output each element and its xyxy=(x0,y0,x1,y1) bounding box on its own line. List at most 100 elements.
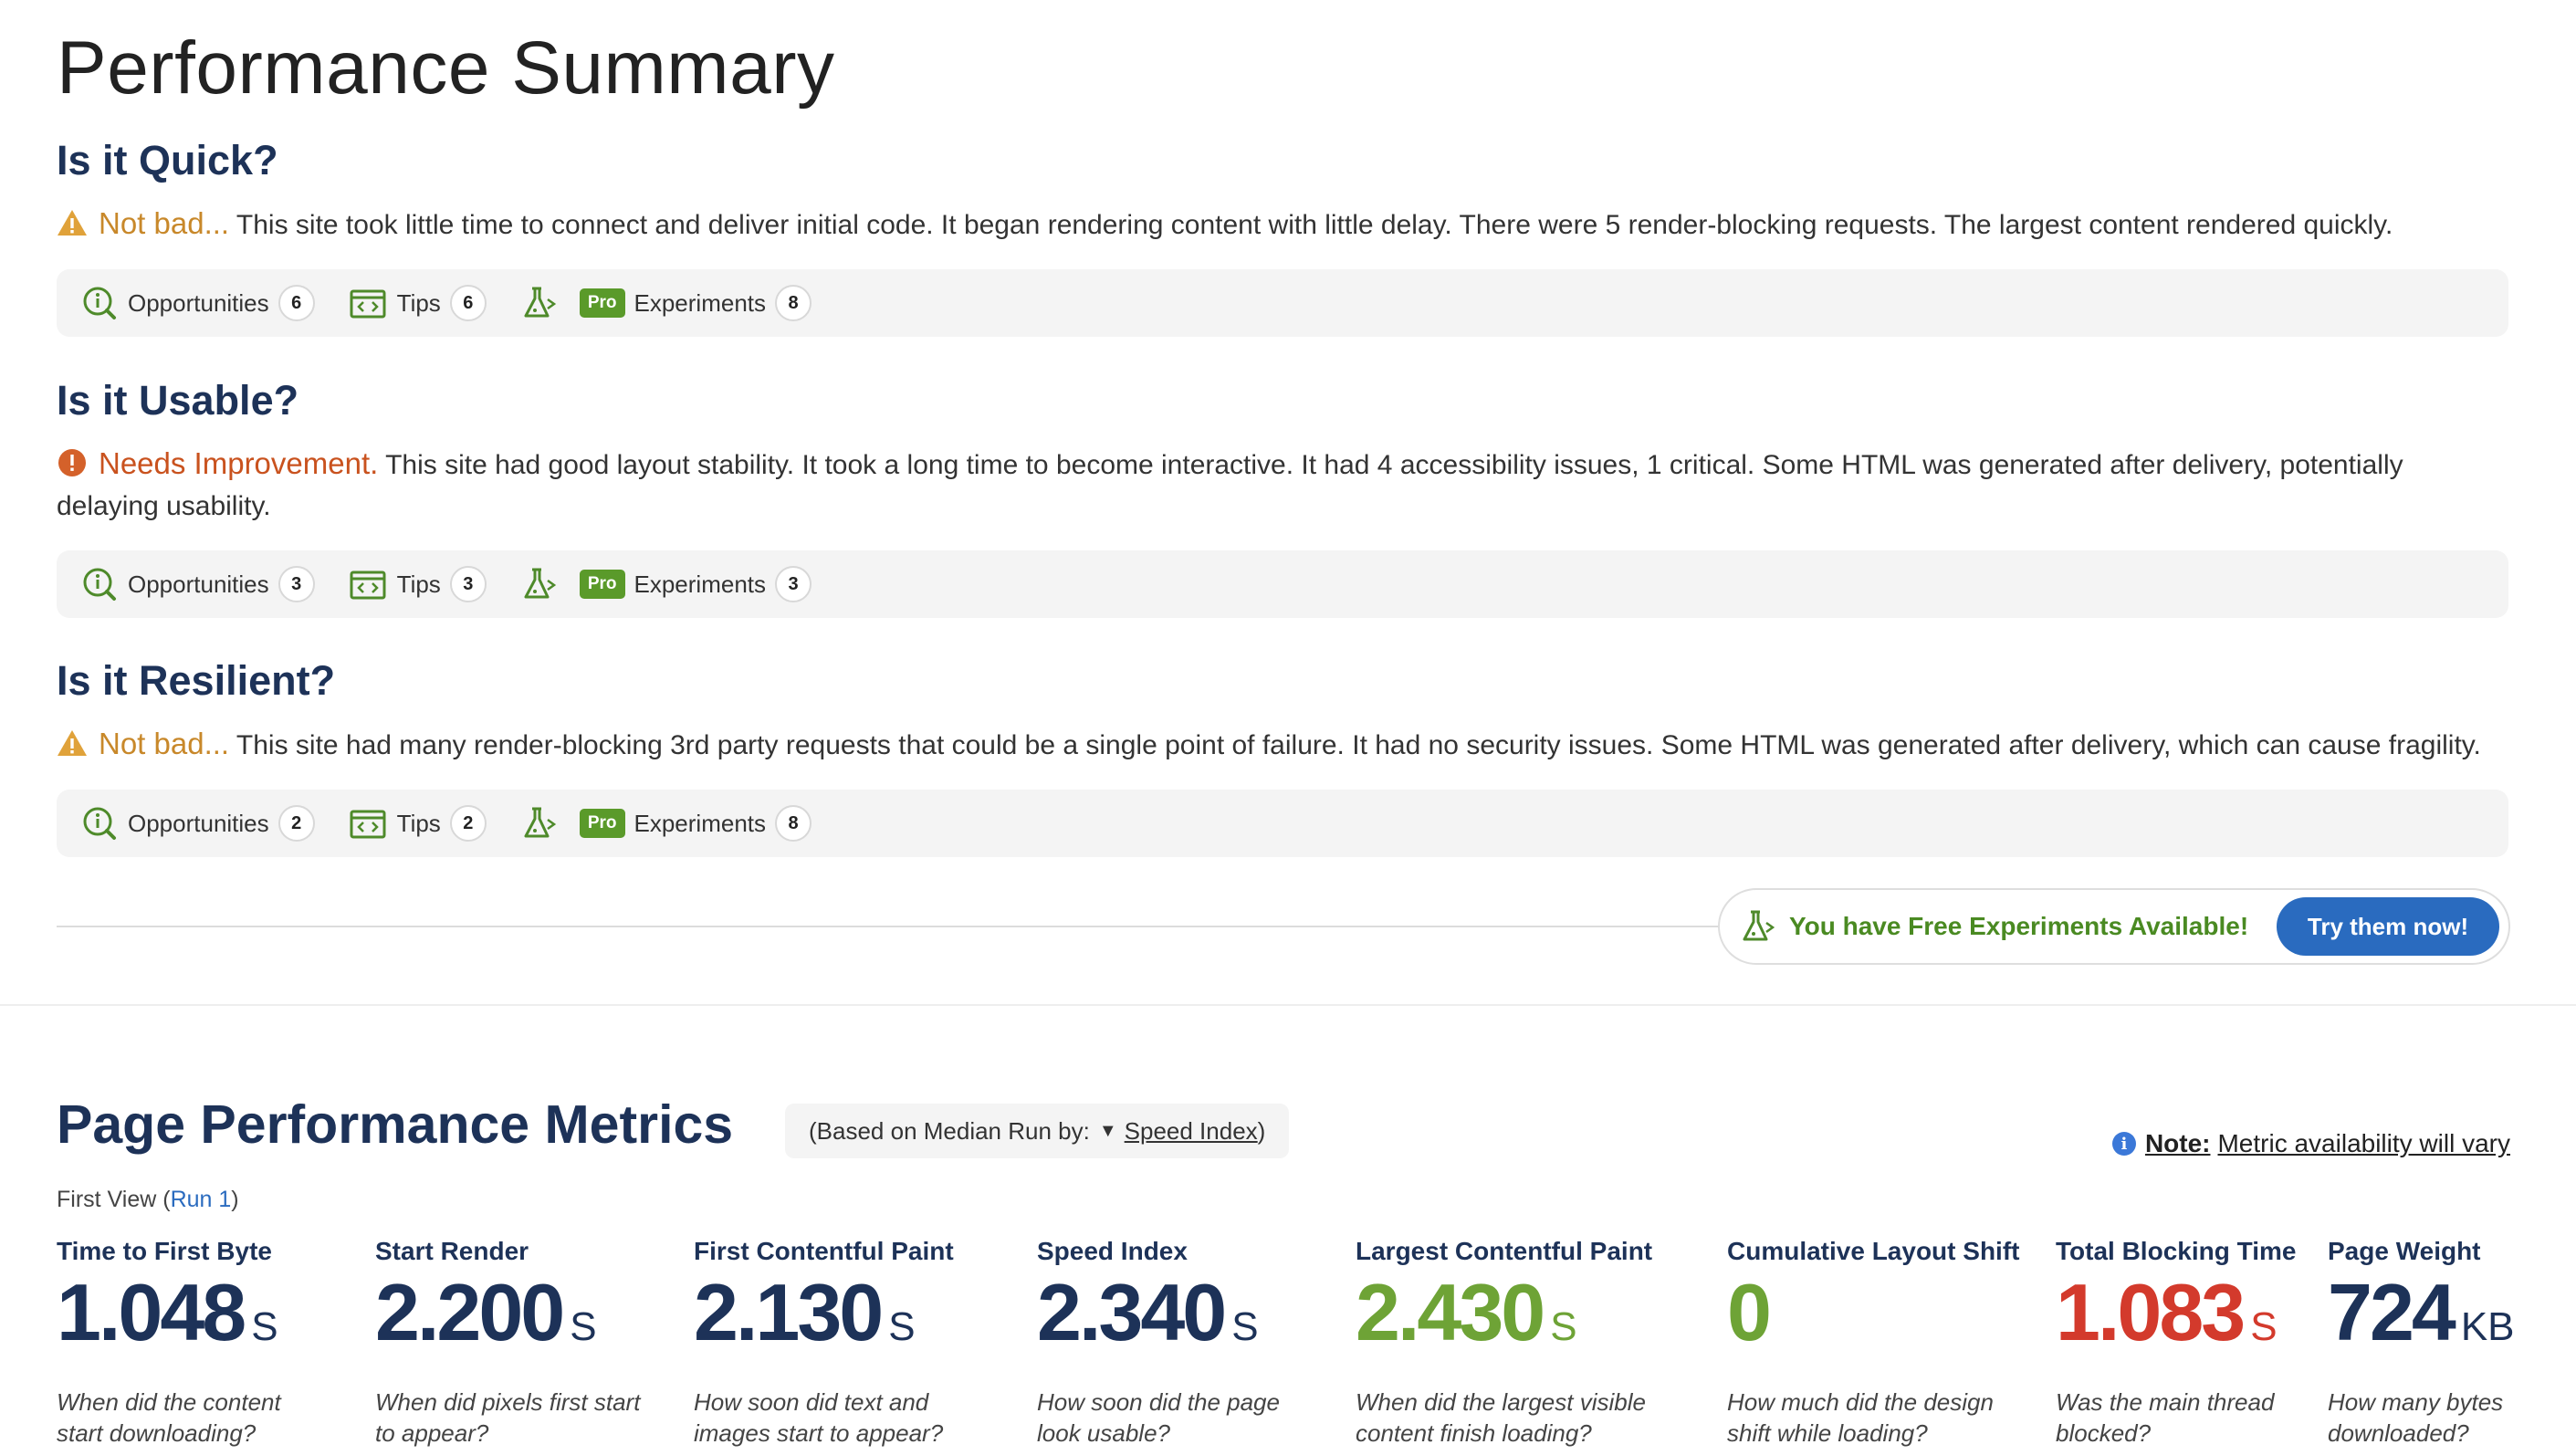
first-view-suffix: ) xyxy=(231,1187,239,1212)
metric-unit: KB xyxy=(2460,1304,2515,1349)
opportunities-label: Opportunities xyxy=(128,288,269,317)
run-link[interactable]: Run 1 xyxy=(171,1187,232,1212)
metric-availability-note[interactable]: i Note: Metric availability will vary xyxy=(2111,1129,2510,1158)
median-prefix: (Based on Median Run by: xyxy=(809,1116,1090,1145)
section-separator xyxy=(0,1004,2576,1006)
metric-number: 1.048 xyxy=(57,1267,246,1357)
metric-question: Was the main thread blocked? xyxy=(2056,1388,2275,1447)
metric-label: Speed Index xyxy=(1037,1237,1188,1265)
metric-question: When did the content start downloading? xyxy=(57,1388,281,1447)
tips-link[interactable]: Tips 6 xyxy=(350,285,487,321)
metric-number: 2.130 xyxy=(694,1267,884,1357)
info-icon: i xyxy=(2111,1132,2136,1156)
code-window-icon xyxy=(350,289,386,319)
tips-count: 2 xyxy=(449,805,487,842)
experiments-flask xyxy=(521,285,558,321)
opportunities-link[interactable]: Opportunities 6 xyxy=(82,285,315,321)
verdict-label: Not bad... xyxy=(99,727,230,760)
divider xyxy=(57,926,1718,927)
metric-question: When did pixels first start to appear? xyxy=(375,1388,641,1447)
tips-link[interactable]: Tips 3 xyxy=(350,566,487,602)
metric-number: 2.340 xyxy=(1037,1267,1227,1357)
free-experiments-banner: You have Free Experiments Available! Try… xyxy=(1718,888,2510,965)
metric-question: How much did the design shift while loadi… xyxy=(1727,1388,1994,1447)
tips-label: Tips xyxy=(396,288,441,317)
median-metric-link[interactable]: Speed Index xyxy=(1125,1117,1258,1146)
try-them-now-button[interactable]: Try them now! xyxy=(2277,897,2499,956)
warning-triangle-icon xyxy=(58,210,87,236)
metric-tbt: Total Blocking Time 1.083 S Was the main … xyxy=(2056,1237,2296,1449)
opportunities-link[interactable]: Opportunities 2 xyxy=(82,805,315,842)
experiments-count: 8 xyxy=(775,285,812,321)
dropdown-triangle-icon: ▼ xyxy=(1098,1120,1117,1141)
experiments-label: Experiments xyxy=(634,809,767,837)
tips-label: Tips xyxy=(396,809,441,837)
section-actions-resilient: Opportunities 2 Tips 2 Pro Experiments 8 xyxy=(57,790,2508,857)
page-title: Performance Summary xyxy=(57,26,835,110)
opportunities-count: 6 xyxy=(277,285,315,321)
verdict-description: This site took little time to connect an… xyxy=(236,210,2393,240)
verdict-resilient: Not bad... This site had many render-blo… xyxy=(57,723,2503,766)
metric-label: Largest Contentful Paint xyxy=(1356,1237,1653,1265)
first-view-prefix: First View ( xyxy=(57,1187,171,1212)
flask-icon xyxy=(524,568,556,599)
metric-lcp: Largest Contentful Paint 2.430 S When did… xyxy=(1356,1237,1652,1449)
experiments-count: 3 xyxy=(775,566,812,602)
metric-label: Total Blocking Time xyxy=(2056,1237,2297,1265)
tips-count: 6 xyxy=(449,285,487,321)
flask-icon xyxy=(524,287,556,318)
metric-label: Cumulative Layout Shift xyxy=(1727,1237,2020,1265)
metric-number: 724 xyxy=(2328,1267,2456,1357)
experiments-link[interactable]: Pro Experiments 8 xyxy=(579,285,812,321)
code-window-icon xyxy=(350,810,386,839)
tips-link[interactable]: Tips 2 xyxy=(350,805,487,842)
tips-label: Tips xyxy=(396,570,441,598)
opportunities-link[interactable]: Opportunities 3 xyxy=(82,566,315,602)
note-text: Metric availability will vary xyxy=(2217,1129,2510,1157)
experiments-link[interactable]: Pro Experiments 3 xyxy=(579,566,812,602)
opportunities-count: 2 xyxy=(277,805,315,842)
metric-question: How soon did the page look usable? xyxy=(1037,1388,1280,1447)
section-actions-usable: Opportunities 3 Tips 3 Pro Experiments 3 xyxy=(57,550,2508,618)
metric-value: 2.340 S xyxy=(1037,1270,1280,1379)
experiments-label: Experiments xyxy=(634,288,767,317)
metric-value: 1.048 S xyxy=(57,1270,281,1379)
warning-triangle-icon xyxy=(58,730,87,756)
metric-unit: S xyxy=(1231,1304,1259,1349)
first-view-label: First View (Run 1) xyxy=(57,1187,239,1213)
error-circle-icon xyxy=(58,449,86,476)
flask-icon xyxy=(524,807,556,838)
verdict-label: Needs Improvement. xyxy=(99,446,379,480)
metric-unit: S xyxy=(1550,1304,1577,1349)
metric-number: 2.200 xyxy=(375,1267,565,1357)
metric-value: 1.083 S xyxy=(2056,1270,2296,1379)
metric-question: How many bytes downloaded? xyxy=(2328,1388,2504,1447)
pro-badge: Pro xyxy=(579,288,625,318)
pro-badge: Pro xyxy=(579,570,625,599)
opportunities-count: 3 xyxy=(277,566,315,602)
experiments-label: Experiments xyxy=(634,570,767,598)
free-experiments-text: You have Free Experiments Available! xyxy=(1789,912,2249,940)
section-heading-resilient: Is it Resilient? xyxy=(57,657,336,704)
verdict-usable: Needs Improvement. This site had good la… xyxy=(57,443,2503,527)
experiments-flask xyxy=(521,566,558,602)
metric-unit: S xyxy=(251,1304,278,1349)
metric-question: When did the largest visible content fini… xyxy=(1356,1388,1646,1447)
median-suffix: ) xyxy=(1257,1116,1266,1145)
note-label: Note: xyxy=(2144,1129,2211,1157)
metric-speed-index: Speed Index 2.340 S How soon did the page… xyxy=(1037,1237,1280,1449)
metric-number: 1.083 xyxy=(2056,1267,2246,1357)
metric-unit: S xyxy=(570,1304,597,1349)
verdict-description: This site had many render-blocking 3rd p… xyxy=(236,730,2481,760)
metric-ttfb: Time to First Byte 1.048 S When did the c… xyxy=(57,1237,281,1449)
experiments-link[interactable]: Pro Experiments 8 xyxy=(579,805,812,842)
experiments-flask xyxy=(521,805,558,842)
magnifier-info-icon xyxy=(83,287,116,319)
median-run-selector[interactable]: (Based on Median Run by: ▼ Speed Index ) xyxy=(785,1104,1290,1158)
magnifier-info-icon xyxy=(83,568,116,601)
metric-unit: S xyxy=(2250,1304,2278,1349)
verdict-description: This site had good layout stability. It … xyxy=(57,450,2403,521)
metric-question: How soon did text and images start to app… xyxy=(694,1388,944,1447)
metric-label: First Contentful Paint xyxy=(694,1237,954,1265)
metric-value: 2.430 S xyxy=(1356,1270,1652,1379)
